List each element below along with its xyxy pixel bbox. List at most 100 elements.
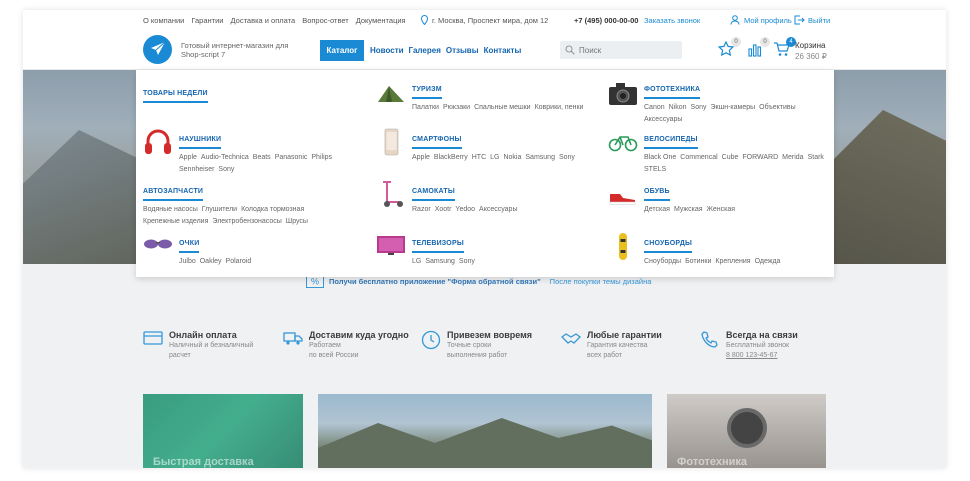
nav-item-contacts[interactable]: Контакты [484,46,522,55]
category-item[interactable]: Экшн-камеры [711,104,756,111]
category-item[interactable]: Сноуборды [644,258,681,265]
category-title[interactable]: ТЕЛЕВИЗОРЫ [412,240,464,253]
top-link[interactable]: О компании [143,16,184,25]
top-link[interactable]: Гарантии [191,16,223,25]
cart-summary[interactable]: Корзина 26 360 ₽ [795,40,827,62]
category-title[interactable]: СМАРТФОНЫ [412,136,462,149]
category-item[interactable]: Крепежные изделия [143,218,208,225]
logout-link[interactable]: Выйти [794,15,830,25]
category-item[interactable]: Детская [644,206,670,213]
search-input[interactable] [579,45,674,55]
category-smartphones: СМАРТФОНЫ Apple BlackBerry HTC LG Nokia Samsu… [376,128,606,164]
category-item[interactable]: Samsung [425,258,455,265]
category-item[interactable]: Nikon [669,104,687,111]
address-text: г. Москва, Проспект мира, дом 12 [432,15,549,25]
search-icon[interactable] [565,45,575,55]
catalog-button[interactable]: Каталог [320,40,364,61]
category-title[interactable]: АВТОЗАПЧАСТИ [143,188,204,201]
logo[interactable] [143,35,172,64]
category-item[interactable]: Ботинки [685,258,711,265]
category-item[interactable]: Black One [644,154,676,161]
category-item[interactable]: Электробензонасосы [212,218,281,225]
search-box [560,41,682,59]
category-item[interactable]: Объективы [759,104,796,111]
category-item[interactable]: Apple [412,154,430,161]
category-item[interactable]: FORWARD [742,154,778,161]
nav-item-gallery[interactable]: Галерея [409,46,441,55]
category-item[interactable]: Xootr [435,206,452,213]
favorites-button[interactable]: 0 [717,37,741,59]
category-item[interactable]: Женская [707,206,736,213]
category-item[interactable]: Razor [412,206,431,213]
category-item[interactable]: Водяные насосы [143,206,198,213]
category-title[interactable]: САМОКАТЫ [412,188,455,201]
category-title[interactable]: ТОВАРЫ НЕДЕЛИ [143,90,208,103]
category-item[interactable]: Oakley [200,258,222,265]
top-link[interactable]: Вопрос-ответ [302,16,349,25]
category-item[interactable]: Yedoo [455,206,475,213]
category-item[interactable]: Polaroid [226,258,252,265]
category-item[interactable]: Палатки [412,104,439,111]
top-link[interactable]: Доставка и оплата [230,16,295,25]
category-item[interactable]: STELS [644,166,666,173]
category-item[interactable]: Шрусы [286,218,308,225]
category-item[interactable]: Beats [253,154,271,161]
category-item[interactable]: Sennheiser [179,166,214,173]
nav-item-news[interactable]: Новости [370,46,404,55]
category-title[interactable]: ФОТОТЕХНИКА [644,86,701,99]
category-item[interactable]: Audio-Technica [201,154,249,161]
category-item[interactable]: Apple [179,154,197,161]
profile-label: Мой профиль [744,15,792,25]
address: г. Москва, Проспект мира, дом 12 [421,15,548,25]
category-scooters: САМОКАТЫ Razor Xootr Yedoo Аксессуары [376,180,606,216]
top-link[interactable]: Документация [356,16,406,25]
category-items: Apple Audio-Technica Beats Panasonic Philips… [179,152,339,176]
category-item[interactable]: Panasonic [275,154,308,161]
category-title[interactable]: НАУШНИКИ [179,136,222,149]
category-item[interactable]: Julbo [179,258,196,265]
category-item[interactable]: LG [490,154,499,161]
category-item[interactable]: Commencal [680,154,717,161]
profile-link[interactable]: Мой профиль [730,15,792,25]
category-title[interactable]: ОБУВЬ [644,188,670,201]
cart-button[interactable]: 4 [773,37,796,59]
category-title[interactable]: СНОУБОРДЫ [644,240,693,253]
category-item[interactable]: Коврики, пенки [535,104,584,111]
category-item[interactable]: Nokia [503,154,521,161]
category-glasses: ОЧКИ Julbo Oakley Polaroid [143,232,343,268]
category-item[interactable]: Merida [782,154,803,161]
category-item[interactable]: Cube [722,154,739,161]
category-item[interactable]: Аксессуары [644,116,682,123]
category-item[interactable]: LG [412,258,421,265]
category-items: Сноуборды Ботинки Крепления Одежда [644,256,823,268]
phone-number[interactable]: +7 (495) 000-00-00 [574,16,638,25]
category-autoparts: АВТОЗАПЧАСТИ Водяные насосы Глушители Коло… [143,180,343,228]
category-item[interactable]: Sony [218,166,234,173]
category-item[interactable]: Крепления [715,258,750,265]
category-item[interactable]: Спальные мешки [474,104,531,111]
category-item[interactable]: BlackBerry [434,154,468,161]
category-item[interactable]: Рюкзаки [443,104,470,111]
category-title[interactable]: ВЕЛОСИПЕДЫ [644,136,698,149]
category-title[interactable]: ОЧКИ [179,240,200,253]
category-item[interactable]: Аксессуары [479,206,517,213]
category-item[interactable]: Samsung [525,154,555,161]
category-item[interactable]: Колодка тормозная [241,206,304,213]
scooter-icon [383,181,403,207]
category-item[interactable]: Мужская [674,206,703,213]
category-tourism: ТУРИЗМ Палатки Рюкзаки Спальные мешки Коври… [376,78,606,114]
category-item[interactable]: Sony [459,258,475,265]
category-item[interactable]: Canon [644,104,665,111]
cart-label: Корзина [795,41,826,50]
callback-link[interactable]: Заказать звонок [644,16,700,25]
category-title[interactable]: ТУРИЗМ [412,86,442,99]
compare-button[interactable]: 0 [747,37,770,59]
category-item[interactable]: HTC [472,154,486,161]
category-item[interactable]: Sony [559,154,575,161]
nav-item-reviews[interactable]: Отзывы [446,46,479,55]
category-item[interactable]: Одежда [755,258,781,265]
category-item[interactable]: Philips [311,154,332,161]
category-item[interactable]: Глушители [202,206,237,213]
category-item[interactable]: Stark [808,154,824,161]
category-item[interactable]: Sony [691,104,707,111]
